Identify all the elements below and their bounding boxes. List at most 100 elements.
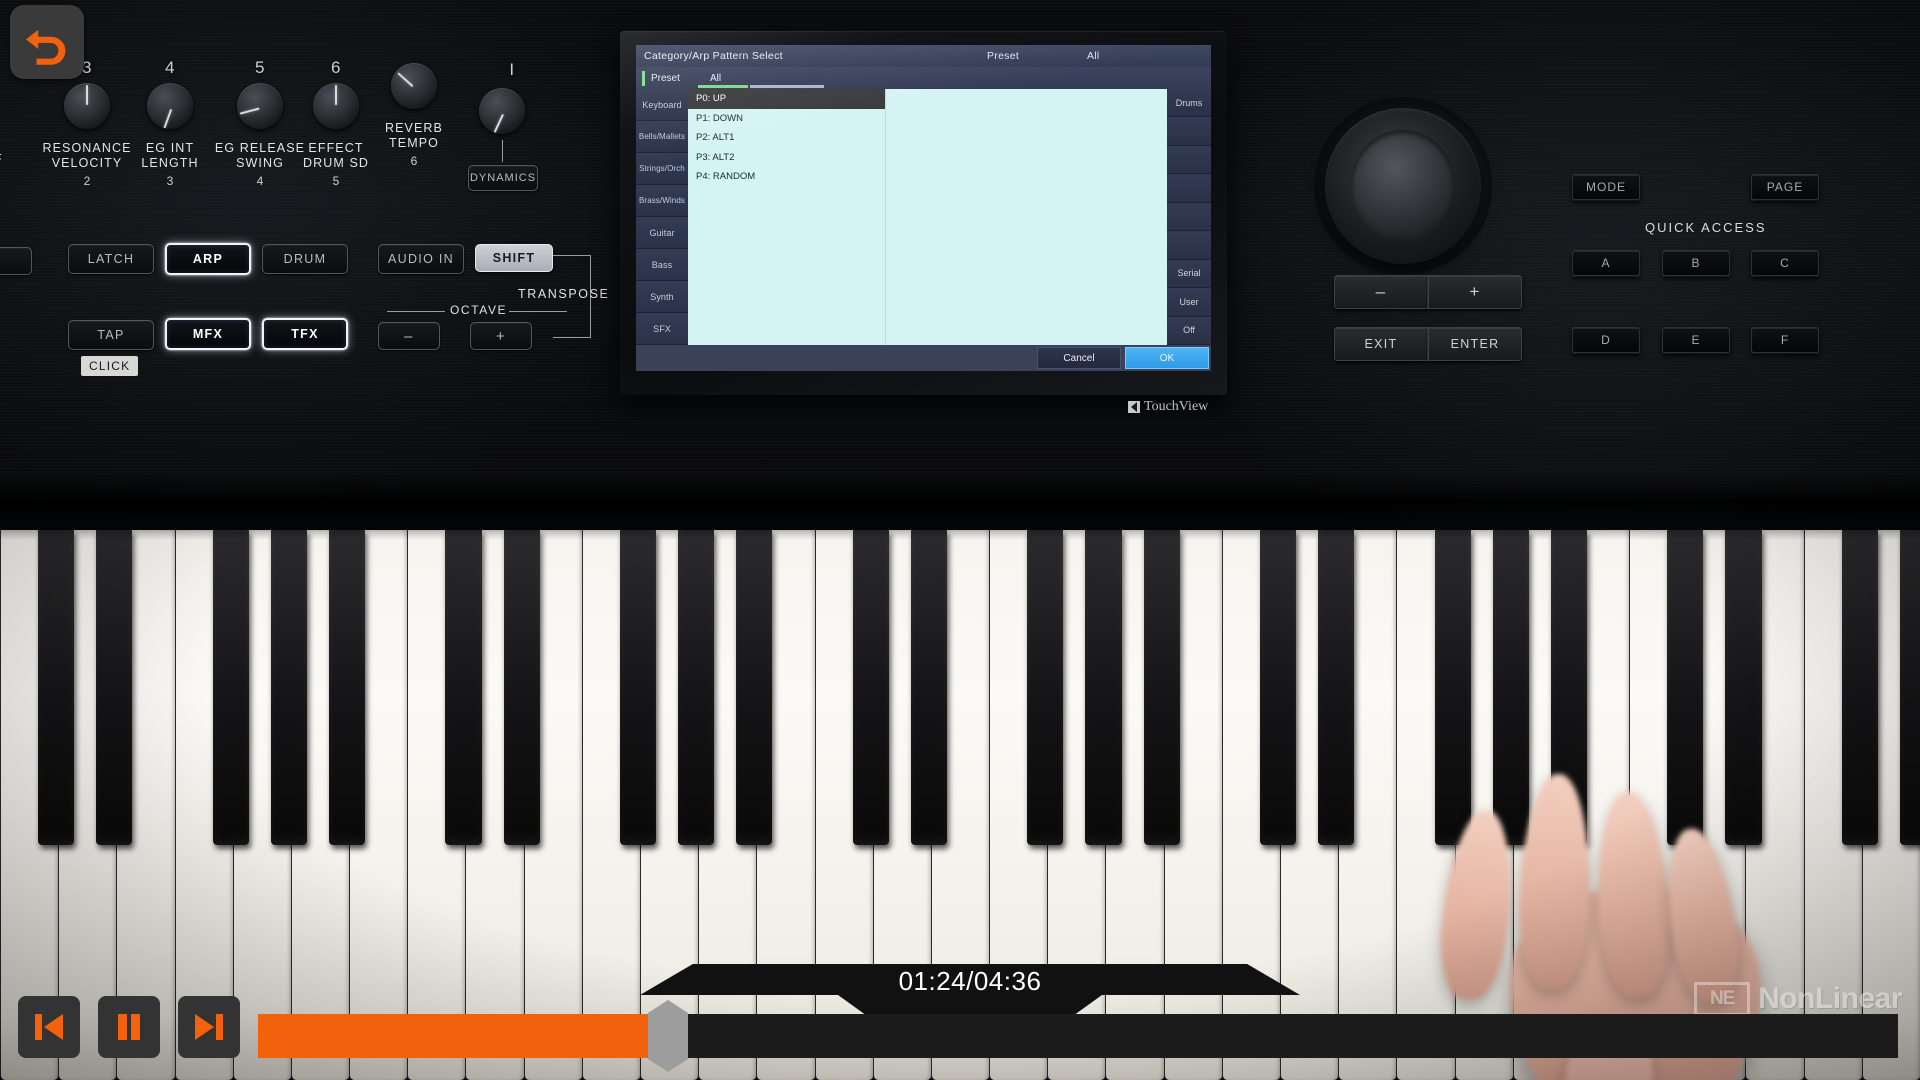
category-item-bass[interactable]: Bass	[636, 249, 688, 281]
dialog-tab-bar: Preset All	[636, 67, 1211, 89]
quick-access-button-e[interactable]: E	[1662, 327, 1730, 353]
tab-indicator-active	[698, 85, 748, 88]
category-item-bells-mallets[interactable]: Bells/Mallets	[636, 121, 688, 153]
tfx-button[interactable]: TFX	[262, 318, 348, 350]
enter-button[interactable]: ENTER	[1428, 327, 1522, 361]
category-item-guitar[interactable]: Guitar	[636, 217, 688, 249]
next-button[interactable]	[178, 996, 240, 1058]
octave-plus-button[interactable]: +	[470, 322, 532, 350]
tap-button[interactable]: TAP	[68, 320, 154, 350]
mfx-button[interactable]: MFX	[165, 318, 251, 350]
right-button-empty-3[interactable]	[1167, 174, 1211, 203]
pause-button[interactable]	[98, 996, 160, 1058]
touchview-logo-icon	[1128, 401, 1140, 413]
panel-button-clipped-left[interactable]	[0, 247, 32, 275]
black-key[interactable]	[96, 530, 133, 845]
black-key[interactable]	[910, 530, 947, 845]
pattern-list-inner: P0: UP P1: DOWN P2: ALT1 P3: ALT2 P4: RA…	[688, 89, 885, 187]
black-key[interactable]	[1318, 530, 1355, 845]
octave-rule-right	[509, 311, 567, 312]
knob-eg-int-length[interactable]	[147, 83, 193, 129]
black-key[interactable]	[1027, 530, 1064, 845]
black-key[interactable]	[270, 530, 307, 845]
ok-button[interactable]: OK	[1125, 347, 1209, 369]
transpose-line-top	[553, 255, 591, 256]
tab-preset[interactable]: Preset	[642, 70, 688, 86]
category-item-keyboard[interactable]: Keyboard	[636, 89, 688, 121]
pattern-list-item-p4[interactable]: P4: RANDOM	[688, 167, 885, 187]
page-button[interactable]: PAGE	[1751, 174, 1819, 200]
tab-all[interactable]: All	[710, 73, 721, 84]
pattern-list-item-p1[interactable]: P1: DOWN	[688, 109, 885, 129]
black-key[interactable]	[1143, 530, 1180, 845]
knob-dynamics[interactable]	[479, 88, 525, 134]
black-key[interactable]	[1492, 530, 1529, 845]
audio-in-button[interactable]: AUDIO IN	[378, 244, 464, 274]
right-button-empty-4[interactable]	[1167, 202, 1211, 232]
pattern-list-item-p3[interactable]: P3: ALT2	[688, 148, 885, 168]
arp-button[interactable]: ARP	[165, 243, 251, 275]
black-key[interactable]	[212, 530, 249, 845]
black-key[interactable]	[736, 530, 773, 845]
black-key[interactable]	[678, 530, 715, 845]
value-plus-button[interactable]: +	[1428, 275, 1522, 309]
knob-reverb-tempo[interactable]	[391, 63, 437, 109]
lcd-screen[interactable]: Category/Arp Pattern Select Preset All P…	[636, 45, 1211, 371]
quick-access-button-b[interactable]: B	[1662, 250, 1730, 276]
drum-button[interactable]: DRUM	[262, 244, 348, 274]
pattern-list[interactable]: P0: UP P1: DOWN P2: ALT1 P3: ALT2 P4: RA…	[688, 89, 1167, 345]
latch-button[interactable]: LATCH	[68, 244, 154, 274]
category-item-brass-winds[interactable]: Brass/Winds	[636, 185, 688, 217]
black-key[interactable]	[329, 530, 366, 845]
black-key[interactable]	[1725, 530, 1762, 845]
back-button[interactable]	[10, 5, 84, 79]
black-key[interactable]	[1434, 530, 1471, 845]
black-key[interactable]	[1667, 530, 1704, 845]
black-key[interactable]	[38, 530, 75, 845]
pattern-list-item-p2[interactable]: P2: ALT1	[688, 128, 885, 148]
category-item-sfx[interactable]: SFX	[636, 313, 688, 345]
right-button-empty-1[interactable]	[1167, 117, 1211, 146]
right-button-empty-5[interactable]	[1167, 231, 1211, 260]
previous-button[interactable]	[18, 996, 80, 1058]
black-key[interactable]	[852, 530, 889, 845]
dialog-header-all: All	[1087, 50, 1100, 62]
cancel-button[interactable]: Cancel	[1037, 347, 1121, 369]
seek-thumb-handle[interactable]	[648, 1000, 688, 1072]
quick-access-button-d[interactable]: D	[1572, 327, 1640, 353]
black-key[interactable]	[620, 530, 657, 845]
quick-access-button-a[interactable]: A	[1572, 250, 1640, 276]
black-key[interactable]	[1085, 530, 1122, 845]
category-item-strings-orch[interactable]: Strings/Orch	[636, 153, 688, 185]
dynamics-button[interactable]: DYNAMICS	[468, 165, 538, 191]
black-key[interactable]	[1260, 530, 1297, 845]
shift-button[interactable]: SHIFT	[475, 244, 553, 272]
knob-label-line1: REVERB	[384, 121, 443, 135]
right-button-serial[interactable]: Serial	[1167, 259, 1211, 289]
category-sidebar: Keyboard Bells/Mallets Strings/Orch Bras…	[636, 89, 688, 345]
black-key[interactable]	[1900, 530, 1920, 845]
pause-icon	[118, 1014, 140, 1040]
mode-button[interactable]: MODE	[1572, 174, 1640, 200]
octave-minus-button[interactable]: –	[378, 322, 440, 350]
lcd-bezel: Category/Arp Pattern Select Preset All P…	[620, 31, 1227, 395]
seek-bar[interactable]	[258, 1000, 1898, 1072]
category-item-synth[interactable]: Synth	[636, 281, 688, 313]
right-button-empty-2[interactable]	[1167, 145, 1211, 175]
knob-label-line2: TEMPO	[389, 136, 439, 150]
cutoff-knob-label-clipped: F	[0, 152, 3, 166]
right-button-off[interactable]: Off	[1167, 316, 1211, 345]
black-key[interactable]	[1550, 530, 1587, 845]
black-key[interactable]	[1841, 530, 1878, 845]
pattern-list-item-p0[interactable]: P0: UP	[688, 89, 885, 109]
quick-access-button-f[interactable]: F	[1751, 327, 1819, 353]
knob-resonance-velocity[interactable]	[64, 83, 110, 129]
black-key[interactable]	[503, 530, 540, 845]
exit-button[interactable]: EXIT	[1334, 327, 1428, 361]
transpose-label: TRANSPOSE	[518, 287, 610, 301]
black-key[interactable]	[445, 530, 482, 845]
quick-access-button-c[interactable]: C	[1751, 250, 1819, 276]
right-button-user[interactable]: User	[1167, 288, 1211, 317]
value-minus-button[interactable]: –	[1334, 275, 1428, 309]
right-button-drums[interactable]: Drums	[1167, 89, 1211, 118]
